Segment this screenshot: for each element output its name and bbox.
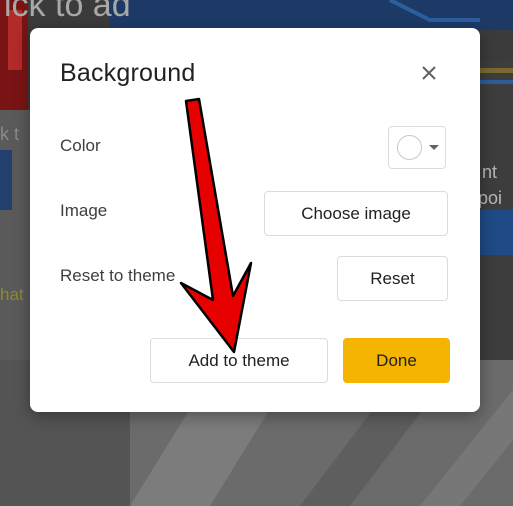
screen: ick to ad k t hat nt poi Background Colo…: [0, 0, 513, 506]
dialog-title: Background: [60, 59, 196, 87]
dropdown-caret-icon: [429, 145, 439, 150]
color-label: Color: [60, 136, 101, 155]
reset-button[interactable]: Reset: [337, 256, 448, 301]
reset-to-theme-label: Reset to theme: [60, 266, 176, 285]
slide-right-text-1: nt: [482, 162, 498, 182]
close-button[interactable]: [417, 61, 441, 85]
choose-image-button[interactable]: Choose image: [264, 191, 448, 236]
slide-right-text-2: poi: [478, 188, 503, 208]
done-button[interactable]: Done: [343, 338, 450, 383]
add-to-theme-button[interactable]: Add to theme: [150, 338, 328, 383]
slide-line: [389, 0, 480, 22]
close-icon: [422, 66, 436, 80]
image-label: Image: [60, 201, 108, 220]
slide-stripe: [300, 400, 430, 506]
color-picker-button[interactable]: [388, 126, 446, 169]
background-dialog: Background Color Image Choose image Rese…: [30, 28, 480, 412]
slide-yellow-text: hat: [0, 285, 24, 304]
slide-title-text: ick to ad: [4, 0, 131, 24]
slide-subtitle-text: k t: [0, 124, 20, 144]
color-swatch: [397, 135, 422, 160]
